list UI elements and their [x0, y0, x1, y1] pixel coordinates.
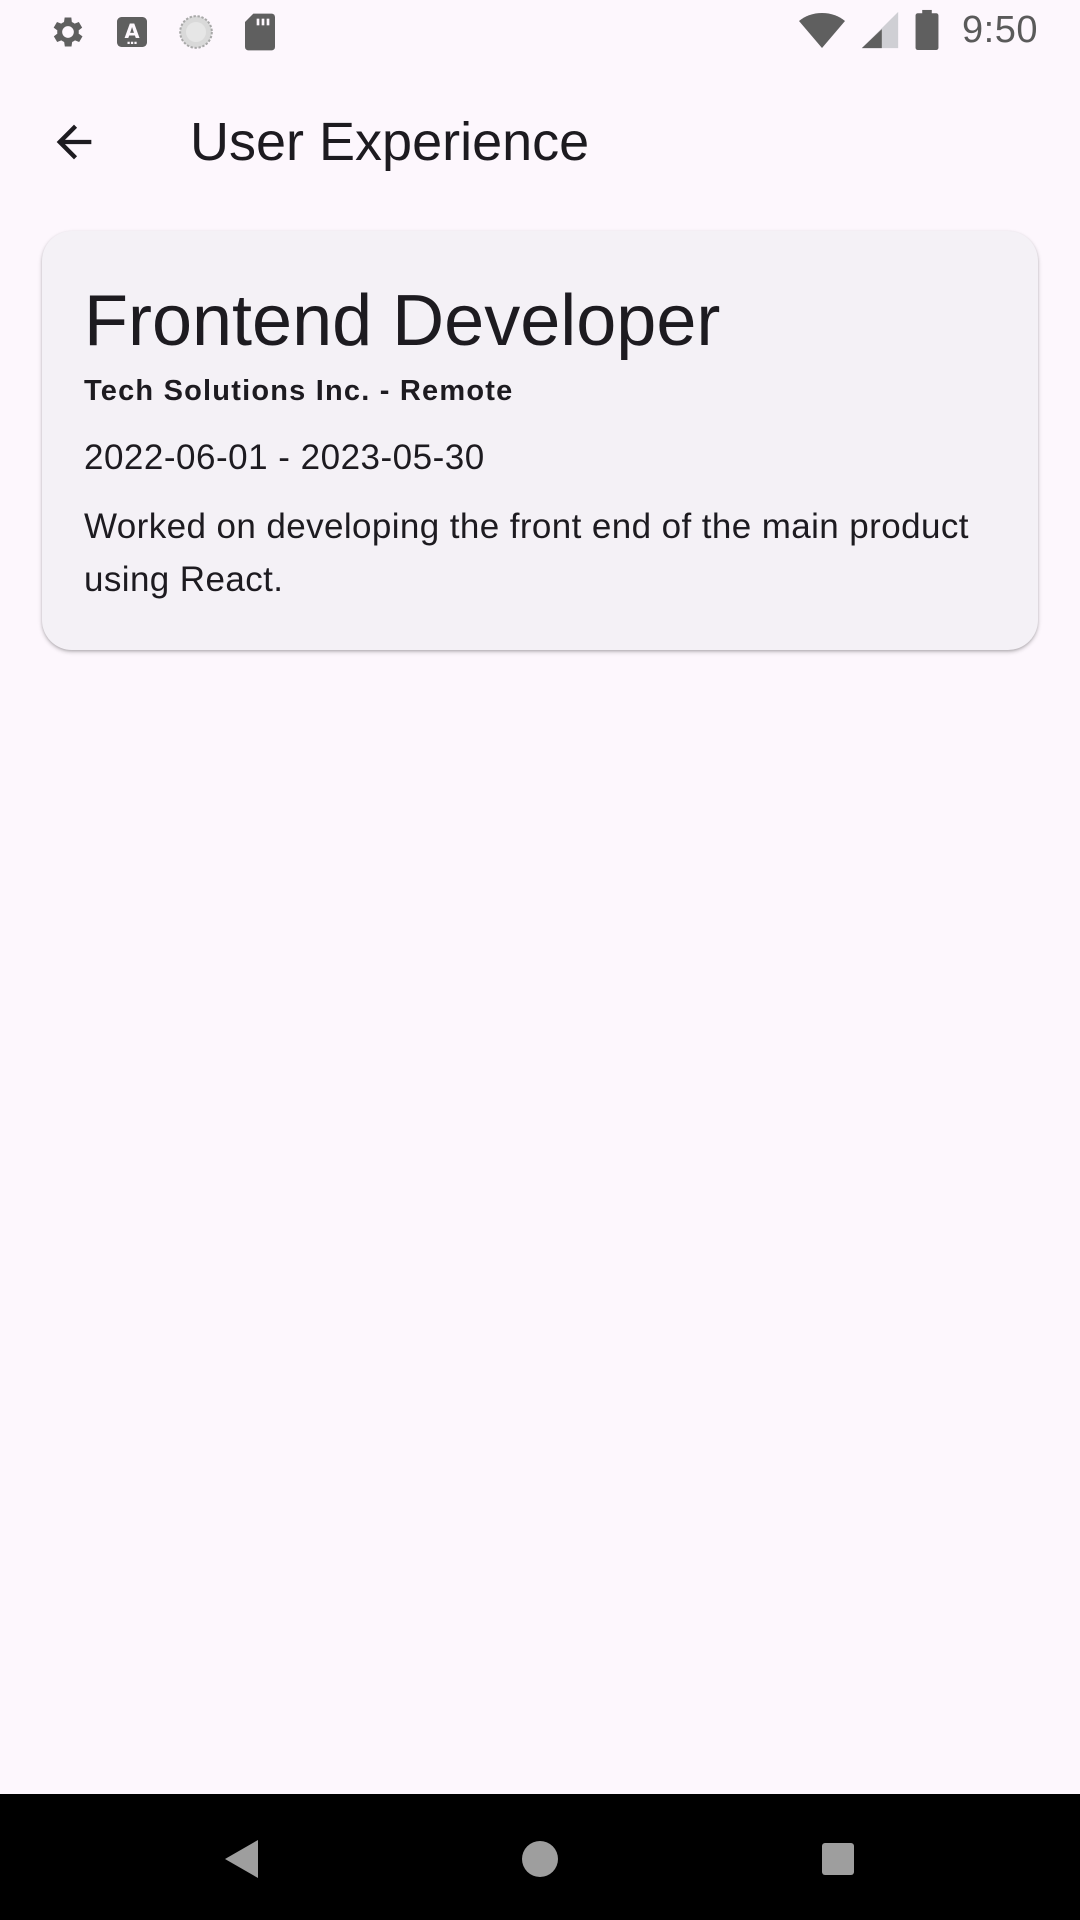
back-triangle-icon — [225, 1840, 258, 1878]
status-bar: A 9:50 — [0, 0, 1080, 64]
wifi-icon — [798, 8, 846, 52]
back-button[interactable] — [34, 102, 114, 182]
navigation-bar — [0, 1794, 1080, 1920]
settings-icon — [48, 12, 88, 52]
job-description: Worked on developing the front end of th… — [84, 507, 969, 599]
nav-home-button[interactable] — [505, 1824, 575, 1894]
home-circle-icon — [522, 1841, 558, 1877]
app-bar: User Experience — [0, 64, 1080, 208]
battery-icon — [914, 9, 940, 51]
job-title: Frontend Developer — [84, 281, 721, 361]
recents-square-icon — [822, 1843, 854, 1875]
nav-recents-button[interactable] — [803, 1824, 873, 1894]
arrow-back-icon — [56, 124, 92, 160]
experience-card[interactable]: Frontend Developer Tech Solutions Inc. -… — [42, 231, 1038, 650]
svg-text:A: A — [124, 20, 139, 43]
loading-circle-icon — [176, 12, 216, 52]
status-notification-icons: A — [48, 12, 280, 52]
screen: A 9:50 User Experience Frontend Develope… — [0, 0, 1080, 1920]
page-title: User Experience — [190, 112, 590, 172]
company-location: Tech Solutions Inc. - Remote — [84, 375, 514, 407]
status-clock: 9:50 — [962, 8, 1038, 51]
signal-icon — [860, 10, 900, 50]
nav-back-button[interactable] — [207, 1824, 277, 1894]
sd-card-icon — [240, 12, 280, 52]
status-system-icons: 9:50 — [798, 8, 1038, 52]
text-a-icon: A — [112, 12, 152, 52]
date-range: 2022-06-01 - 2023-05-30 — [84, 438, 485, 477]
